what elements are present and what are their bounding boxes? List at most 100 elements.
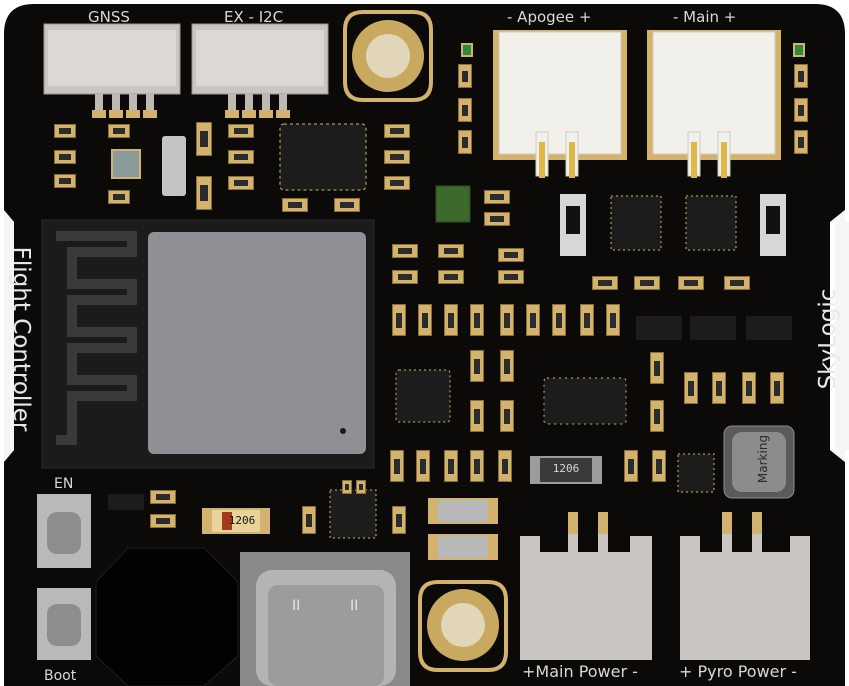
ic-regulator	[677, 453, 715, 493]
led-apogee	[461, 43, 473, 57]
smd-r19	[794, 130, 808, 154]
smd-c25	[684, 372, 698, 404]
smd-r5	[108, 190, 130, 204]
smd-r27	[498, 270, 524, 284]
smd-r22	[392, 244, 418, 258]
main-power-label: +Main Power -	[522, 662, 638, 681]
ic-soic	[543, 377, 627, 425]
smd-c8	[526, 304, 540, 336]
smd-r13	[384, 176, 410, 190]
smd-c9	[552, 304, 566, 336]
smd-r28	[592, 276, 618, 290]
smd-c26	[712, 372, 726, 404]
smd-r25	[438, 270, 464, 284]
smd-r32	[150, 490, 176, 504]
smd-r30	[678, 276, 704, 290]
smd-r21	[484, 212, 510, 226]
smd-r18	[794, 98, 808, 122]
smd-r8	[228, 176, 254, 190]
boot-label: Boot	[44, 668, 77, 684]
svg-text:II: II	[292, 598, 300, 614]
apogee-connector	[493, 30, 627, 178]
smd-c27	[742, 372, 756, 404]
smd-r12	[384, 150, 410, 164]
resistor-1206-a-label: 1206	[228, 514, 256, 527]
smd-c32	[356, 480, 366, 494]
smd-c23	[624, 450, 638, 482]
smd-c1	[196, 122, 212, 156]
ic-qfn	[395, 369, 451, 423]
skylogic-label: SkyLogic	[815, 288, 841, 390]
main-label: - Main +	[673, 8, 737, 26]
en-button	[37, 494, 91, 568]
smd-c13	[500, 350, 514, 382]
smd-c28	[770, 372, 784, 404]
smd-r1	[54, 124, 76, 138]
inductor-marking: Marking	[756, 434, 770, 484]
smd-c22	[650, 400, 664, 432]
smd-r11	[384, 124, 410, 138]
boot-button	[37, 588, 91, 660]
smd-c24	[652, 450, 666, 482]
smd-r31	[724, 276, 750, 290]
led-main	[793, 43, 805, 57]
svg-text:II: II	[350, 598, 358, 614]
transistor-4	[108, 494, 144, 510]
smd-c10	[580, 304, 594, 336]
smd-r15	[458, 98, 472, 122]
smd-r4	[54, 174, 76, 188]
pcb-drawing: II II	[4, 4, 849, 686]
smd-c5	[444, 304, 458, 336]
main-connector	[647, 30, 781, 178]
smd-c29	[302, 506, 316, 534]
ex-i2c-label: EX - I2C	[224, 8, 284, 26]
smd-r3	[54, 150, 76, 164]
smd-r29	[634, 276, 660, 290]
smd-c7	[500, 304, 514, 336]
crystal	[162, 136, 186, 196]
smd-c31	[342, 480, 352, 494]
smd-c30	[392, 506, 406, 534]
smd-c12	[470, 350, 484, 382]
smd-r6	[228, 124, 254, 138]
flight-controller-label: Flight Controller	[8, 246, 34, 432]
flight-controller-pcb: II II 1206 1206 GNSS EX - I2C - Apogee +…	[0, 0, 849, 686]
smd-r9	[282, 198, 308, 212]
transistor-1	[636, 316, 682, 340]
ic-main	[279, 123, 367, 191]
smd-c18	[444, 450, 458, 482]
smd-c20	[498, 450, 512, 482]
gnss-label: GNSS	[88, 8, 130, 26]
smd-c16	[390, 450, 404, 482]
mosfet-1	[610, 195, 662, 251]
smd-r16	[458, 130, 472, 154]
smd-c17	[416, 450, 430, 482]
transistor-2	[690, 316, 736, 340]
smd-c6	[470, 304, 484, 336]
smd-r10	[334, 198, 360, 212]
smd-r20	[484, 190, 510, 204]
smd-r23	[438, 244, 464, 258]
led-status	[435, 185, 471, 223]
ic-usb	[329, 489, 377, 539]
smd-r24	[392, 270, 418, 284]
smd-c4	[418, 304, 432, 336]
mosfet-2	[685, 195, 737, 251]
sensor-chip	[111, 149, 141, 179]
smd-r7	[228, 150, 254, 164]
smd-r26	[498, 248, 524, 262]
smd-c11	[606, 304, 620, 336]
transistor-3	[746, 316, 792, 340]
smd-c19	[470, 450, 484, 482]
smd-r2	[108, 124, 130, 138]
smd-c21	[650, 352, 664, 384]
smd-c2	[196, 176, 212, 210]
smd-r14	[458, 64, 472, 88]
smd-r33	[150, 514, 176, 528]
smd-c15	[500, 400, 514, 432]
en-label: EN	[54, 476, 74, 492]
apogee-label: - Apogee +	[507, 8, 592, 26]
resistor-1206-b-label: 1206	[552, 462, 580, 475]
esp32-module	[41, 219, 375, 469]
buzzer	[95, 547, 239, 686]
